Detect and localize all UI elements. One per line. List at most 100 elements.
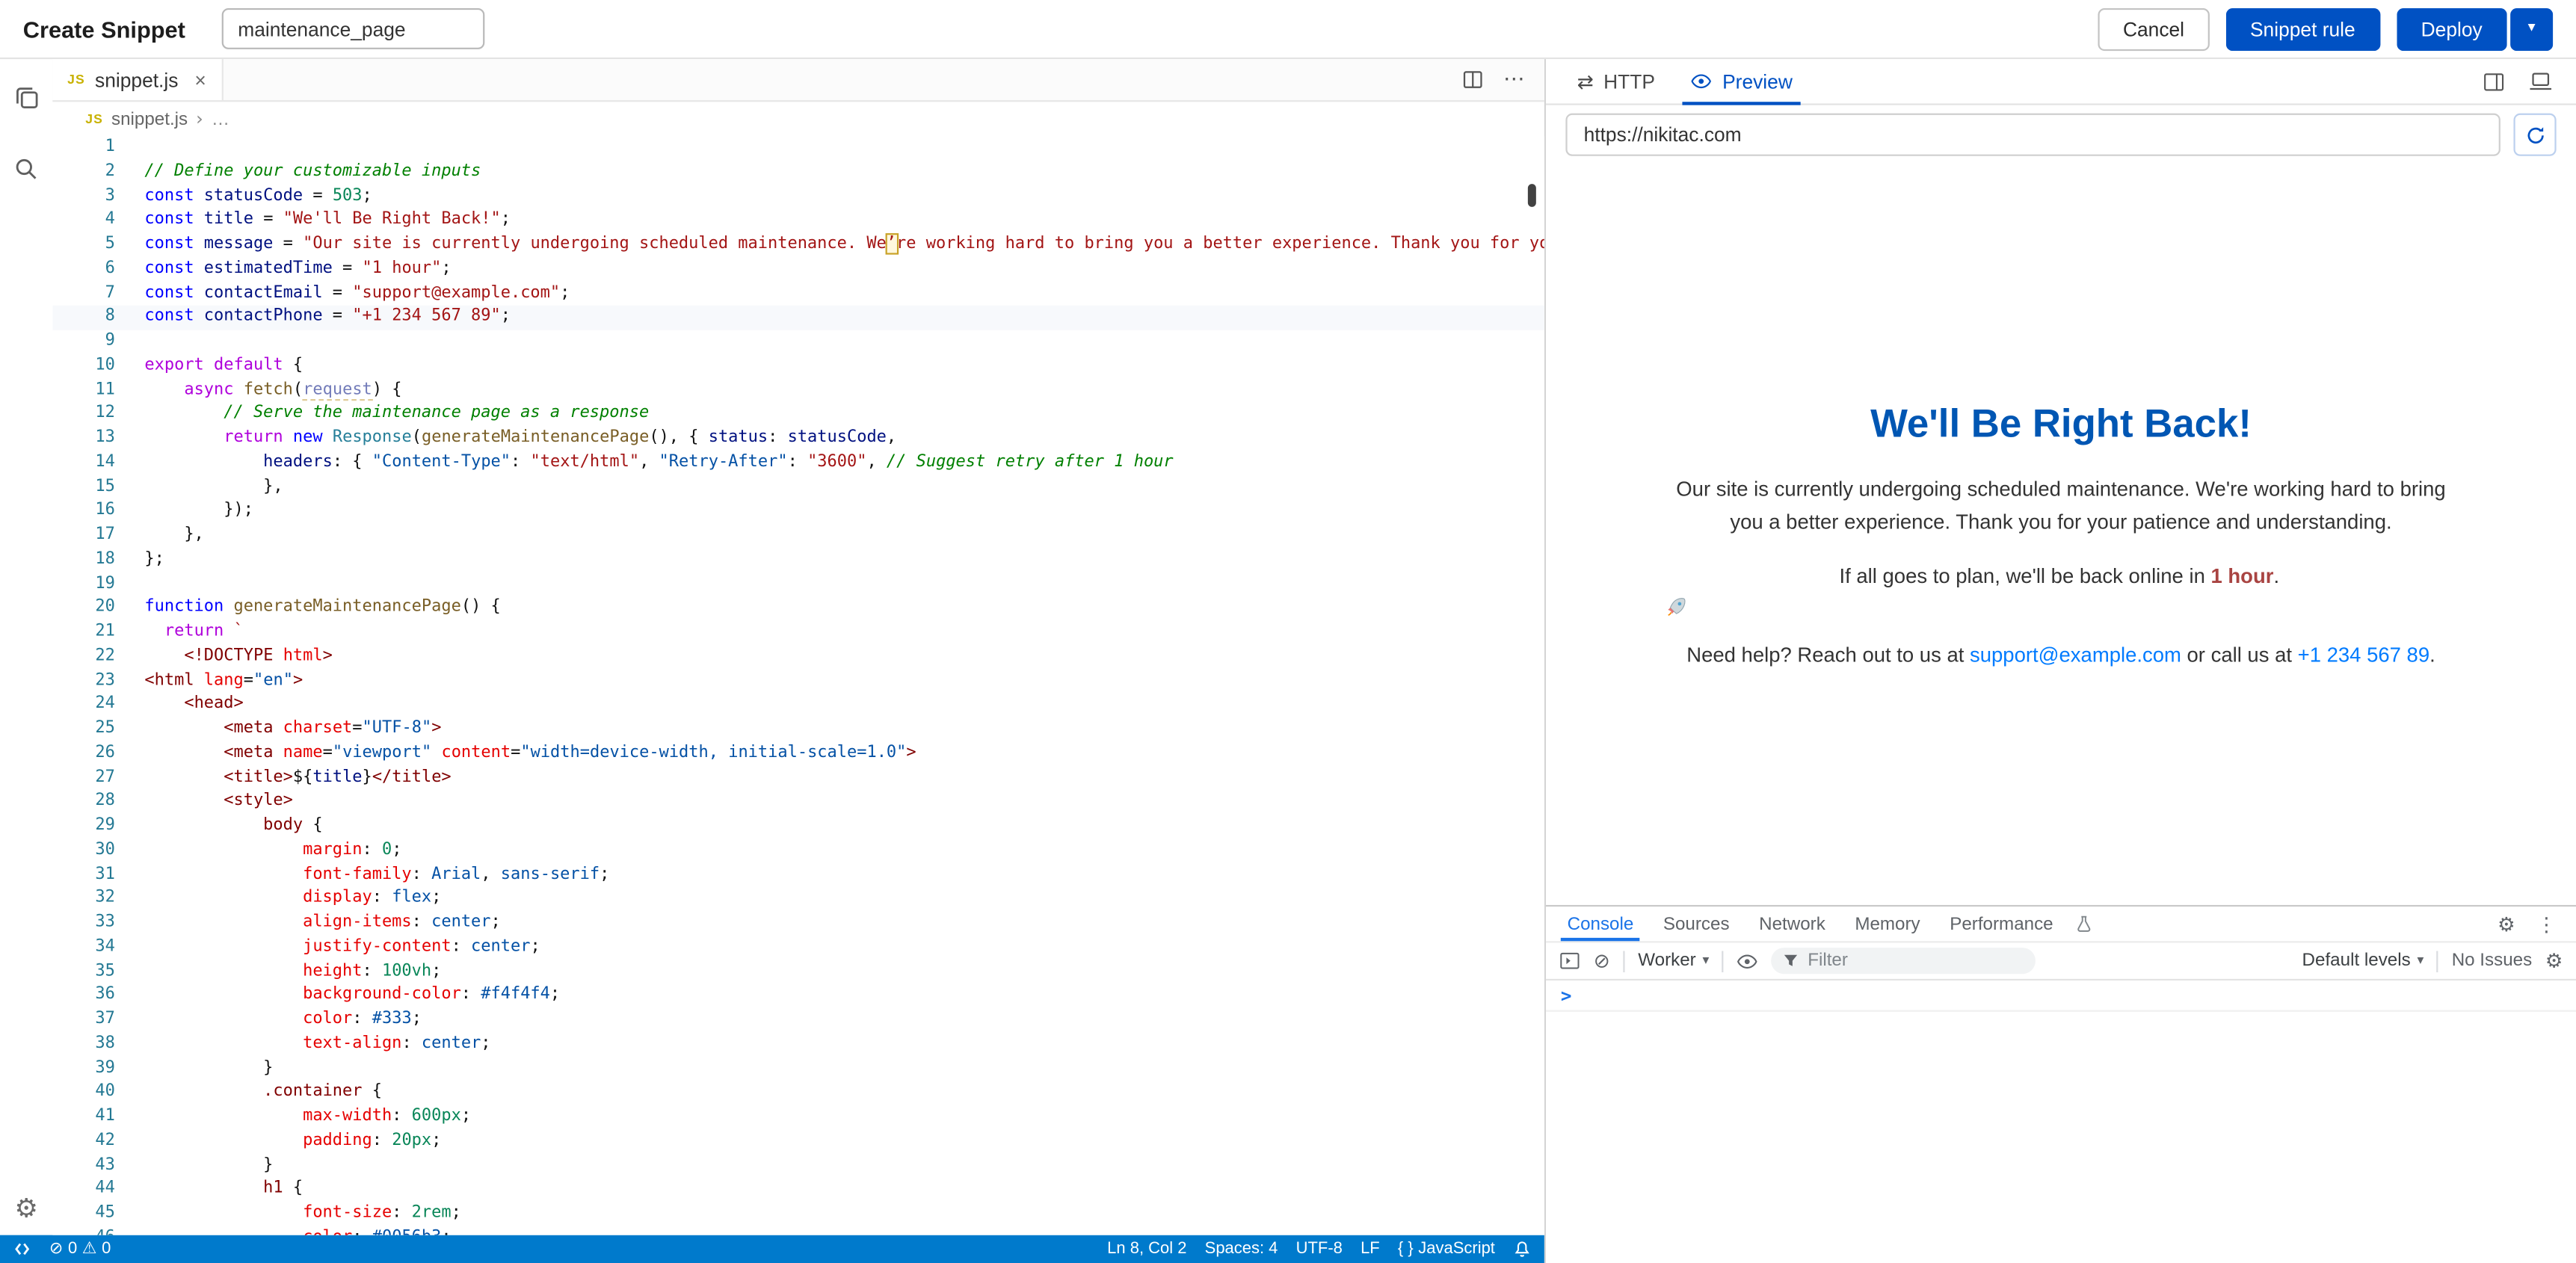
code-line-33[interactable]: 33 align-items: center;: [52, 912, 1544, 936]
code-line-13[interactable]: 13 return new Response(generateMaintenan…: [52, 427, 1544, 451]
tab-snippet-js[interactable]: JS snippet.js ×: [52, 59, 222, 100]
devtools-more-icon[interactable]: ⋮: [2536, 912, 2556, 936]
line-number: 7: [52, 282, 115, 306]
code-line-43[interactable]: 43 }: [52, 1154, 1544, 1178]
deploy-dropdown-button[interactable]: ▾: [2510, 7, 2553, 50]
console-sidebar-icon[interactable]: [1559, 951, 1581, 970]
code-line-38[interactable]: 38 text-align: center;: [52, 1033, 1544, 1057]
devtools-settings-icon[interactable]: ⚙: [2498, 912, 2515, 936]
split-editor-icon[interactable]: [1462, 69, 1484, 90]
code-line-15[interactable]: 15 },: [52, 475, 1544, 499]
encoding[interactable]: UTF-8: [1296, 1240, 1343, 1258]
code-line-19[interactable]: 19: [52, 572, 1544, 596]
search-icon[interactable]: [11, 155, 41, 185]
devtools-tab-memory[interactable]: Memory: [1840, 907, 1935, 941]
code-line-42[interactable]: 42 padding: 20px;: [52, 1129, 1544, 1153]
code-line-46[interactable]: 46 color: #0056b3;: [52, 1226, 1544, 1235]
warning-count: 0: [102, 1240, 111, 1258]
tab-http[interactable]: ⇄ HTTP: [1559, 59, 1674, 103]
eol-sequence[interactable]: LF: [1361, 1240, 1380, 1258]
snippets-icon[interactable]: [11, 82, 41, 112]
code-line-14[interactable]: 14 headers: { "Content-Type": "text/html…: [52, 451, 1544, 475]
code-line-7[interactable]: 7const contactEmail = "support@example.c…: [52, 282, 1544, 306]
close-tab-icon[interactable]: ×: [194, 68, 206, 91]
deploy-button[interactable]: Deploy: [2397, 7, 2507, 50]
code-line-35[interactable]: 35 height: 100vh;: [52, 960, 1544, 984]
code-line-18[interactable]: 18};: [52, 548, 1544, 572]
language-mode[interactable]: { } JavaScript: [1398, 1240, 1495, 1258]
tab-preview[interactable]: Preview: [1673, 59, 1811, 103]
code-line-2[interactable]: 2// Define your customizable inputs: [52, 161, 1544, 185]
settings-gear-icon[interactable]: ⚙: [11, 1193, 41, 1223]
code-line-9[interactable]: 9: [52, 330, 1544, 354]
code-line-45[interactable]: 45 font-size: 2rem;: [52, 1202, 1544, 1226]
code-line-31[interactable]: 31 font-family: Arial, sans-serif;: [52, 863, 1544, 887]
code-line-3[interactable]: 3const statusCode = 503;: [52, 185, 1544, 209]
panel-layout-icon[interactable]: [2483, 70, 2506, 93]
console-output[interactable]: >: [1546, 981, 2576, 1263]
notifications-bell-icon[interactable]: [1513, 1240, 1531, 1258]
devtools-tab-network[interactable]: Network: [1744, 907, 1840, 941]
breadcrumb[interactable]: JS snippet.js › …: [52, 102, 1544, 136]
url-input[interactable]: https://nikitac.com: [1565, 114, 2500, 156]
indentation[interactable]: Spaces: 4: [1205, 1240, 1278, 1258]
js-context-selector[interactable]: Worker ▾: [1638, 951, 1709, 970]
cancel-button[interactable]: Cancel: [2098, 7, 2209, 50]
live-expression-eye-icon[interactable]: [1737, 950, 1759, 972]
devtools-tab-performance[interactable]: Performance: [1935, 907, 2068, 941]
code-line-39[interactable]: 39 }: [52, 1057, 1544, 1081]
problems-indicator[interactable]: ⊘ 0 ⚠ 0: [49, 1240, 111, 1258]
line-number: 13: [52, 427, 115, 451]
code-line-8[interactable]: 8const contactPhone = "+1 234 567 89";: [52, 306, 1544, 330]
code-line-17[interactable]: 17 },: [52, 524, 1544, 548]
device-preview-icon[interactable]: [2528, 71, 2553, 93]
code-line-20[interactable]: 20function generateMaintenancePage() {: [52, 596, 1544, 620]
console-settings-icon[interactable]: ⚙: [2545, 949, 2563, 972]
code-line-5[interactable]: 5const message = "Our site is currently …: [52, 233, 1544, 257]
code-line-44[interactable]: 44 h1 {: [52, 1178, 1544, 1202]
clear-console-icon[interactable]: ⊘: [1594, 949, 1610, 972]
code-line-30[interactable]: 30 margin: 0;: [52, 839, 1544, 862]
devtools-tab-sources[interactable]: Sources: [1648, 907, 1744, 941]
snippet-rule-button[interactable]: Snippet rule: [2225, 7, 2380, 50]
code-line-24[interactable]: 24 <head>: [52, 694, 1544, 717]
code-line-1[interactable]: 1: [52, 136, 1544, 160]
devtools-panel: ConsoleSourcesNetworkMemoryPerformance ⚙…: [1546, 905, 2576, 1263]
code-line-4[interactable]: 4const title = "We'll Be Right Back!";: [52, 209, 1544, 233]
code-line-16[interactable]: 16 });: [52, 500, 1544, 524]
cursor-position[interactable]: Ln 8, Col 2: [1107, 1240, 1186, 1258]
support-email-link[interactable]: support@example.com: [1970, 643, 2181, 667]
snippet-name-input[interactable]: [221, 8, 484, 49]
code-line-28[interactable]: 28 <style>: [52, 791, 1544, 815]
line-number: 46: [52, 1226, 115, 1235]
code-line-32[interactable]: 32 display: flex;: [52, 887, 1544, 911]
code-line-23[interactable]: 23<html lang="en">: [52, 670, 1544, 694]
code-line-6[interactable]: 6const estimatedTime = "1 hour";: [52, 257, 1544, 281]
code-line-40[interactable]: 40 .container {: [52, 1081, 1544, 1105]
code-line-22[interactable]: 22 <!DOCTYPE html>: [52, 645, 1544, 669]
code-line-21[interactable]: 21 return `: [52, 621, 1544, 645]
devtools-tab-console[interactable]: Console: [1553, 907, 1648, 941]
reload-button[interactable]: [2513, 114, 2556, 156]
code-line-26[interactable]: 26 <meta name="viewport" content="width=…: [52, 742, 1544, 766]
editor-scrollbar-thumb[interactable]: [1528, 184, 1536, 207]
code-line-25[interactable]: 25 <meta charset="UTF-8">: [52, 717, 1544, 741]
code-line-27[interactable]: 27 <title>${title}</title>: [52, 766, 1544, 790]
code-line-29[interactable]: 29 body {: [52, 815, 1544, 839]
issues-counter[interactable]: No Issues: [2452, 951, 2533, 970]
log-levels-selector[interactable]: Default levels ▾: [2302, 951, 2424, 970]
code-line-34[interactable]: 34 justify-content: center;: [52, 936, 1544, 960]
code-line-37[interactable]: 37 color: #333;: [52, 1008, 1544, 1032]
code-editor[interactable]: 12// Define your customizable inputs3con…: [52, 136, 1544, 1235]
console-prompt-row[interactable]: >: [1546, 981, 2576, 1012]
remote-indicator-icon[interactable]: [13, 1240, 31, 1258]
console-filter-input[interactable]: Filter: [1772, 948, 2036, 974]
code-line-10[interactable]: 10export default {: [52, 354, 1544, 378]
code-line-36[interactable]: 36 background-color: #f4f4f4;: [52, 984, 1544, 1008]
more-actions-icon[interactable]: ⋯: [1503, 67, 1525, 92]
line-number: 11: [52, 379, 115, 403]
code-line-41[interactable]: 41 max-width: 600px;: [52, 1105, 1544, 1129]
phone-link[interactable]: +1 234 567 89: [2298, 643, 2429, 667]
code-line-12[interactable]: 12 // Serve the maintenance page as a re…: [52, 403, 1544, 427]
code-line-11[interactable]: 11 async fetch(request) {: [52, 379, 1544, 403]
